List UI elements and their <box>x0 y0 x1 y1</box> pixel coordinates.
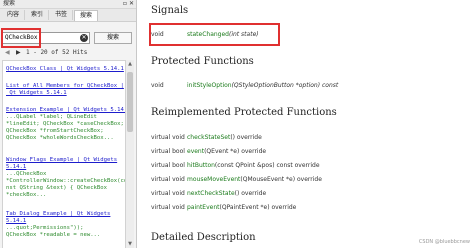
function-params: (const QPoint &pos) const override <box>214 162 320 169</box>
function-params: (QPaintEvent *e) override <box>219 204 297 211</box>
function-link[interactable]: paintEvent <box>187 204 220 211</box>
result-snippet: ...QCheckBox *ControllerWindow::createCh… <box>6 171 126 198</box>
signature: event(QEvent *e) override <box>187 148 266 155</box>
search-results-list: QCheckBox Class | Qt Widgets 5.14.1 List… <box>2 60 126 248</box>
panel-titlebar: 搜索 ▫ ✕ <box>0 0 136 9</box>
tab-contents[interactable]: 内容 <box>2 10 25 20</box>
function-link[interactable]: event <box>187 148 204 155</box>
function-params: (QEvent *e) override <box>204 148 267 155</box>
reimplemented-functions-heading: Reimplemented Protected Functions <box>151 107 337 118</box>
list-item: Tab Dialog Example | Qt Widgets 5.14.1 .… <box>6 211 124 239</box>
highlight-box-search <box>1 28 41 48</box>
protected-functions-heading: Protected Functions <box>151 56 254 67</box>
panel-title: 搜索 <box>3 0 16 7</box>
list-item: Extension Example | Qt Widgets 5.14.1 ..… <box>6 107 125 142</box>
signature: paintEvent(QPaintEvent *e) override <box>187 204 296 211</box>
next-page-icon[interactable]: ▶ <box>16 48 21 58</box>
signature: nextCheckState() override <box>187 190 266 197</box>
float-icon[interactable]: ▫ <box>123 0 127 8</box>
results-scrollbar[interactable]: ▲ ▼ <box>126 60 134 248</box>
list-item: QCheckBox Class | Qt Widgets 5.14.1 <box>6 66 124 73</box>
watermark: CSDN @bluebbcnew <box>418 239 470 245</box>
function-params: (QStyleOptionButton *option) const <box>231 82 339 89</box>
scroll-thumb[interactable] <box>127 72 133 132</box>
search-panel: 搜索 ▫ ✕ 内容 索引 书签 搜索 QCheckBox ✕ 搜索 ◀ ▶ 1 … <box>0 0 137 248</box>
clear-search-icon[interactable]: ✕ <box>80 34 88 42</box>
function-params: () override <box>230 134 262 141</box>
return-type: virtual bool <box>151 162 185 169</box>
function-params: () override <box>234 190 267 197</box>
prev-page-icon[interactable]: ◀ <box>5 48 10 58</box>
list-item: Window Flags Example | Qt Widgets 5.14.1… <box>6 157 126 199</box>
tab-index[interactable]: 索引 <box>26 10 49 20</box>
function-link[interactable]: initStyleOption <box>187 82 232 89</box>
function-link[interactable]: mouseMoveEvent <box>187 176 240 183</box>
return-type: void <box>151 82 164 89</box>
detailed-description-heading: Detailed Description <box>151 232 256 243</box>
hit-count: 1 - 20 of 52 Hits <box>26 49 88 56</box>
close-icon[interactable]: ✕ <box>129 0 134 8</box>
scroll-up-icon[interactable]: ▲ <box>126 60 134 68</box>
signature: initStyleOption(QStyleOptionButton *opti… <box>187 82 338 89</box>
signals-heading: Signals <box>151 5 189 16</box>
return-type: virtual void <box>151 190 185 197</box>
return-type: virtual bool <box>151 148 185 155</box>
result-snippet: ...quot;Permissions")); QCheckBox *reada… <box>6 225 101 238</box>
signature: mouseMoveEvent(QMouseEvent *e) override <box>187 176 322 183</box>
return-type: virtual void <box>151 204 185 211</box>
result-link[interactable]: Window Flags Example | Qt Widgets 5.14.1 <box>6 157 124 171</box>
highlight-box-signal <box>149 23 280 46</box>
function-link[interactable]: nextCheckState <box>187 190 235 197</box>
result-snippet: ...QLabel *label; QLineEdit *lineEdit; Q… <box>6 114 124 141</box>
tab-search[interactable]: 搜索 <box>74 10 98 21</box>
function-link[interactable]: hitButton <box>187 162 215 169</box>
result-pager: ◀ ▶ 1 - 20 of 52 Hits <box>0 48 136 58</box>
scroll-down-icon[interactable]: ▼ <box>126 240 134 248</box>
signature: hitButton(const QPoint &pos) const overr… <box>187 162 320 169</box>
return-type: virtual void <box>151 134 185 141</box>
result-link[interactable]: Extension Example | Qt Widgets 5.14.1 <box>6 107 125 114</box>
result-link[interactable]: List of All Members for QCheckBox | Qt W… <box>6 83 124 97</box>
search-button[interactable]: 搜索 <box>94 32 132 44</box>
function-link[interactable]: checkStateSet <box>187 134 230 141</box>
signature: checkStateSet() override <box>187 134 262 141</box>
return-type: virtual void <box>151 176 185 183</box>
tab-bar: 内容 索引 书签 搜索 <box>0 9 136 22</box>
result-link[interactable]: QCheckBox Class | Qt Widgets 5.14.1 <box>6 66 124 73</box>
function-params: (QMouseEvent *e) override <box>240 176 322 183</box>
result-link[interactable]: Tab Dialog Example | Qt Widgets 5.14.1 <box>6 211 124 225</box>
list-item: List of All Members for QCheckBox | Qt W… <box>6 83 124 97</box>
tab-bookmarks[interactable]: 书签 <box>50 10 73 20</box>
